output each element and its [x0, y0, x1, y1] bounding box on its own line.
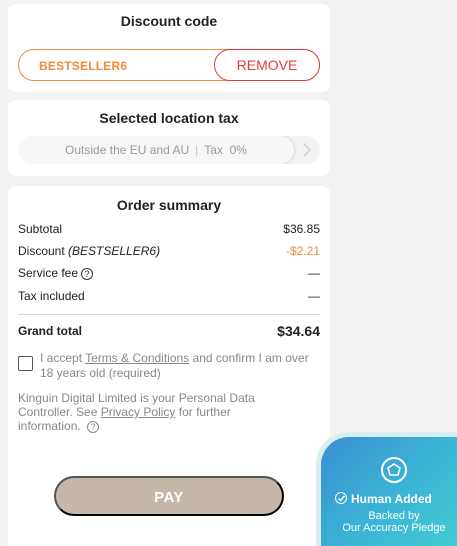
service-fee-row: Service fee? — — [18, 266, 320, 280]
discount-code-field: BESTSELLER6 REMOVE — [18, 49, 320, 81]
badge-line-2: Our Accuracy Pledge — [342, 522, 446, 534]
pay-button[interactable]: PAY — [54, 476, 284, 516]
discount-code-value: BESTSELLER6 — [39, 59, 128, 73]
badge-heading: Human Added — [335, 492, 432, 506]
checkout-column: Discount code BESTSELLER6 REMOVE Selecte… — [0, 0, 338, 546]
terms-checkbox[interactable] — [18, 356, 33, 371]
discount-row: Discount (BESTSELLER6) -$2.21 — [18, 244, 320, 258]
accuracy-badge-panel: Human Added Backed by Our Accuracy Pledg… — [321, 437, 457, 546]
location-tax-card: Selected location tax Outside the EU and… — [8, 100, 330, 176]
terms-link[interactable]: Terms & Conditions — [85, 351, 189, 365]
order-summary-title: Order summary — [116, 197, 222, 213]
terms-acceptance: I accept Terms & Conditions and confirm … — [18, 351, 320, 381]
shield-logo-icon — [381, 457, 407, 483]
badge-line-1: Backed by — [368, 510, 420, 522]
service-fee-value: — — [308, 266, 320, 280]
subtotal-row: Subtotal $36.85 — [18, 222, 320, 236]
discount-title: Discount code — [120, 13, 218, 29]
subtotal-label: Subtotal — [18, 222, 63, 236]
privacy-notice: Kinguin Digital Limited is your Personal… — [18, 391, 268, 433]
service-fee-label: Service fee — [18, 266, 79, 280]
discount-value: -$2.21 — [285, 244, 320, 258]
grand-total-value: $34.64 — [277, 323, 320, 339]
discount-label: Discount — [18, 244, 65, 258]
location-tax-rate: Tax 0% — [204, 143, 247, 157]
grand-total-row: Grand total $34.64 — [18, 323, 320, 339]
check-circle-icon — [335, 492, 347, 504]
help-icon[interactable]: ? — [81, 268, 94, 280]
badge-title: Human Added — [351, 492, 432, 506]
badge-subtitle: Backed by Our Accuracy Pledge — [321, 510, 457, 534]
help-icon[interactable]: ? — [87, 421, 100, 433]
accuracy-badge[interactable]: Human Added Backed by Our Accuracy Pledg… — [316, 432, 457, 546]
terms-text: I accept Terms & Conditions and confirm … — [40, 351, 320, 381]
privacy-policy-link[interactable]: Privacy Policy — [101, 405, 176, 419]
tax-included-row: Tax included — — [18, 289, 320, 303]
remove-discount-button[interactable]: REMOVE — [214, 49, 320, 81]
order-summary-card: Order summary Subtotal $36.85 Discount (… — [8, 186, 330, 546]
chevron-right-icon[interactable] — [302, 143, 314, 157]
terms-text-before: I accept — [40, 351, 86, 365]
subtotal-value: $36.85 — [283, 222, 320, 236]
separator: | — [195, 143, 199, 157]
grand-total-label: Grand total — [18, 324, 83, 338]
discount-card: Discount code BESTSELLER6 REMOVE — [8, 4, 330, 92]
tax-included-value: — — [308, 289, 320, 303]
location-tax-select[interactable]: Outside the EU and AU | Tax 0% — [18, 136, 320, 164]
location-region: Outside the EU and AU — [65, 143, 190, 157]
location-tax-title: Selected location tax — [99, 110, 239, 126]
tax-included-label: Tax included — [18, 289, 85, 303]
divider — [18, 314, 320, 315]
location-tax-pill[interactable]: Outside the EU and AU | Tax 0% — [18, 136, 294, 164]
discount-code-label: (BESTSELLER6) — [68, 244, 161, 258]
location-tax-text: Outside the EU and AU | Tax 0% — [18, 143, 294, 157]
